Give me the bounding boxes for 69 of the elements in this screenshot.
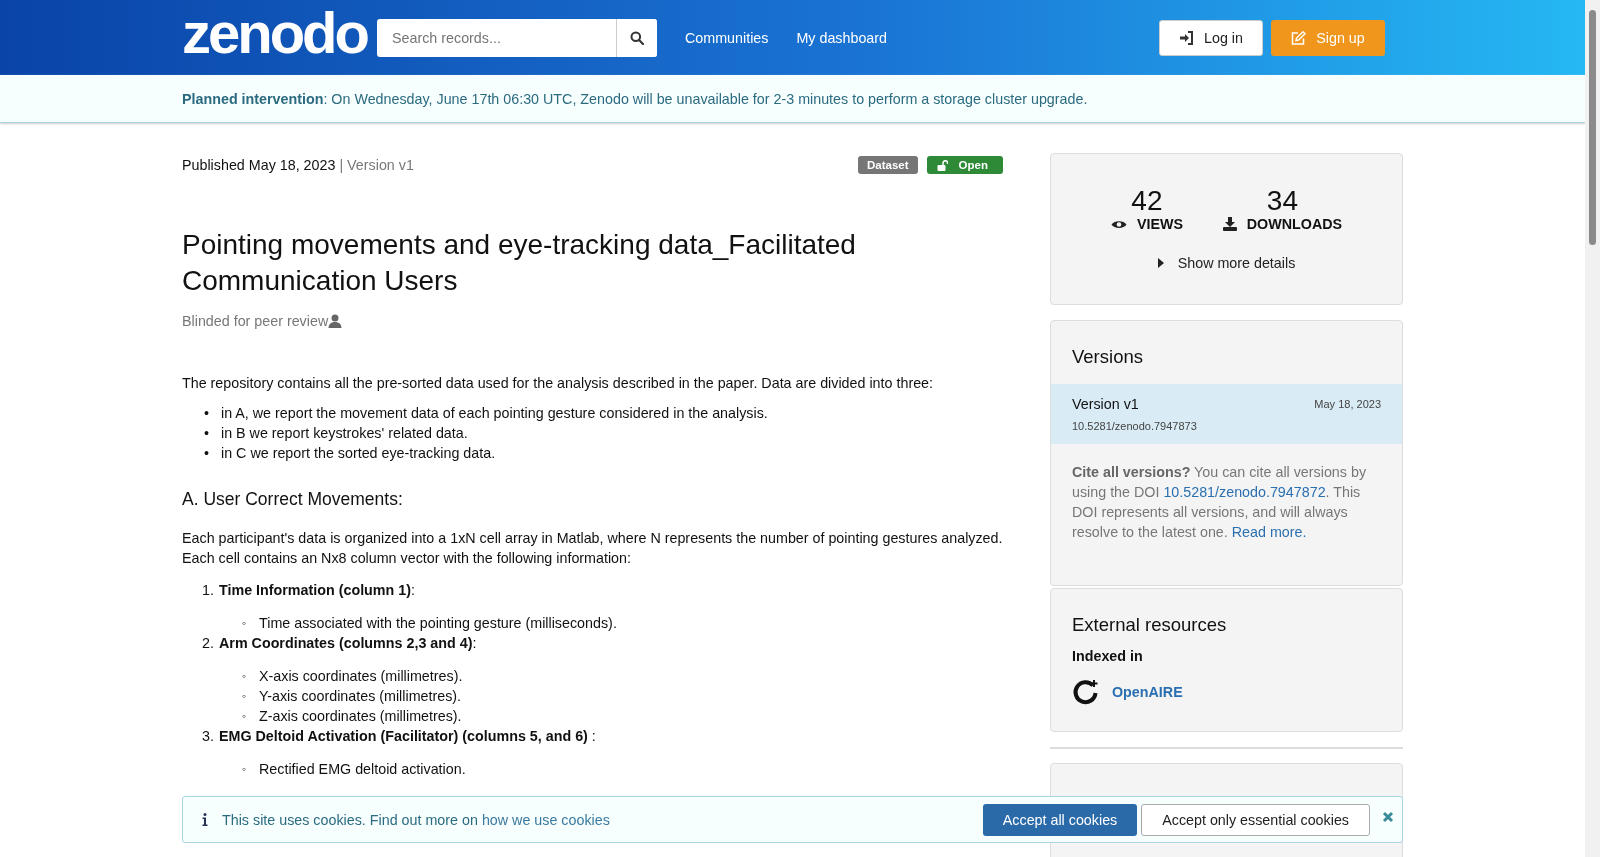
description-text: Each participant's data is organized into a 1xN cell array in Matlab, where N represents the number of pointing gestures analyzed. Each cell contains an Nx8 column vector with the following information:	[182, 529, 1003, 568]
list-item: Rectified EMG deltoid activation.	[259, 760, 466, 779]
edit-icon	[1291, 30, 1307, 45]
banner-text: Planned intervention: On Wednesday, June 17th 06:30 UTC, Zenodo will be unavailable for 2-3 minutes to perform a storage cluster upgrade.	[182, 90, 1089, 107]
stat-value: 34	[1266, 186, 1298, 216]
list-marker: •	[204, 424, 210, 443]
indexed-in-label: Indexed in	[1071, 648, 1144, 664]
cite-text: Cite all versions? You can cite all versions by using the DOI 10.5281/zenodo.7947872. This DOI represents all versions, and will always resolve to the latest one. Read more.	[1072, 463, 1368, 542]
search-icon	[630, 30, 644, 45]
card-title: External resources	[1071, 613, 1228, 637]
list-marker: 3.	[202, 727, 215, 746]
list-marker: ◦	[242, 688, 248, 705]
record-title: Pointing movements and eye-tracking data_Facilitated Communication Users	[182, 228, 857, 298]
version-doi: 10.5281/zenodo.7947873	[1072, 420, 1198, 432]
list-item: in C we report the sorted eye-tracking data.	[221, 444, 496, 463]
list-marker: ◦	[242, 708, 248, 725]
card-title: Versions	[1071, 345, 1144, 369]
show-more-details-button[interactable]: Show more details	[1151, 254, 1302, 272]
version-label: | Version v1	[339, 157, 414, 173]
access-badge: Open	[926, 156, 1003, 174]
creator-name: Blinded for peer review	[182, 313, 329, 329]
caret-icon	[1157, 258, 1164, 268]
sign-in-icon	[1179, 30, 1194, 45]
list-item: Time Information (column 1):	[219, 581, 415, 600]
scrollbar[interactable]	[1585, 0, 1600, 857]
stat-label: DOWNLOADS	[1246, 216, 1343, 232]
list-marker: •	[204, 444, 210, 463]
stat-value: 42	[1131, 186, 1163, 216]
list-item: Z-axis coordinates (millimetres).	[259, 707, 462, 726]
list-item: EMG Deltoid Activation (Facilitator) (columns 5, and 6) :	[219, 727, 596, 746]
openaire-link[interactable]: OpenAIRE	[1112, 684, 1183, 700]
info-icon	[202, 813, 208, 826]
version-date: May 18, 2023	[1314, 398, 1381, 410]
accept-essential-cookies-button[interactable]: Accept only essential cookies	[1141, 803, 1370, 836]
user-icon	[328, 314, 343, 328]
logo[interactable]: zenodo	[182, 3, 377, 62]
list-marker: •	[204, 404, 210, 423]
cookie-text: This site uses cookies. Find out more on	[222, 811, 478, 828]
list-item: Time associated with the pointing gesture (milliseconds).	[259, 614, 617, 633]
read-more-link[interactable]: Read more.	[1231, 524, 1307, 540]
version-name[interactable]: Version v1	[1072, 396, 1139, 412]
download-icon	[1222, 217, 1237, 231]
list-item: in A, we report the movement data of each pointing gesture considered in the analysis.	[221, 404, 768, 423]
publication-date: Published May 18, 2023	[182, 157, 336, 173]
list-marker: ◦	[242, 668, 248, 685]
list-item: Y-axis coordinates (millimetres).	[259, 687, 462, 706]
cookie-policy-link[interactable]: how we use cookies	[481, 811, 610, 828]
login-button[interactable]: Log in	[1159, 19, 1263, 56]
list-item: X-axis coordinates (millimetres).	[259, 667, 463, 686]
unlock-icon	[936, 159, 948, 171]
list-marker: ◦	[242, 761, 248, 778]
close-icon[interactable]	[1382, 810, 1394, 823]
eye-icon	[1110, 218, 1127, 230]
section-heading: A. User Correct Movements:	[182, 489, 404, 510]
search-button[interactable]	[616, 18, 657, 57]
openaire-logo-icon	[1072, 678, 1100, 706]
list-item: in B we report keystrokes' related data.	[221, 424, 468, 443]
list-item: Arm Coordinates (columns 2,3 and 4):	[219, 634, 477, 653]
list-marker: 2.	[202, 634, 215, 653]
nav-link[interactable]: Communities	[685, 29, 769, 46]
version-item[interactable]: Version v1 May 18, 2023 10.5281/zenodo.7947873	[1051, 384, 1402, 444]
list-marker: 1.	[202, 581, 215, 600]
description-text: The repository contains all the pre-sorted data used for the analysis described in the paper. Data are divided into three:	[182, 374, 935, 393]
list-marker: ◦	[242, 615, 248, 632]
nav-link[interactable]: My dashboard	[796, 29, 888, 46]
doi-link[interactable]: 10.5281/zenodo.7947872	[1163, 484, 1326, 500]
accept-all-cookies-button[interactable]: Accept all cookies	[982, 803, 1138, 836]
stat-label: VIEWS	[1136, 216, 1183, 232]
resource-type-badge: Dataset	[858, 156, 918, 174]
